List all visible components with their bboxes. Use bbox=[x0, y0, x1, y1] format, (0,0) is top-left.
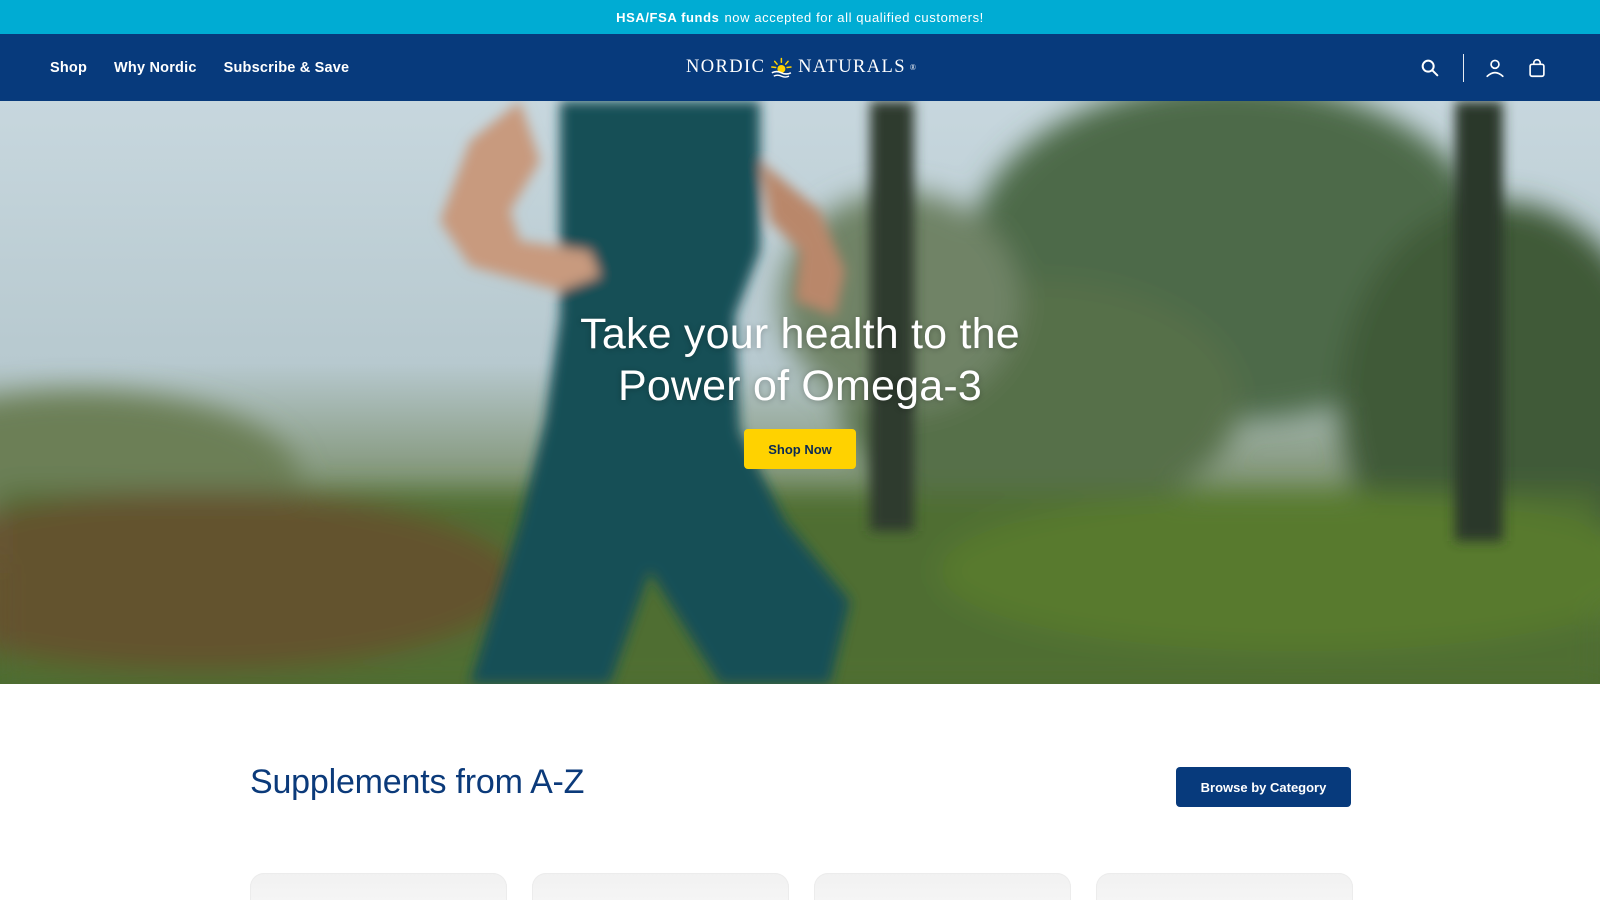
hero-title: Take your health to the Power of Omega-3 bbox=[580, 308, 1020, 412]
product-card[interactable] bbox=[814, 873, 1071, 900]
hero-title-line1: Take your health to the bbox=[580, 310, 1020, 358]
sun-icon bbox=[771, 57, 792, 78]
nav-subscribe-save[interactable]: Subscribe & Save bbox=[224, 60, 350, 76]
shop-now-button[interactable]: Shop Now bbox=[744, 429, 856, 469]
announcement-bar: HSA/FSA funds now accepted for all quali… bbox=[0, 0, 1600, 34]
announcement-text: now accepted for all qualified customers… bbox=[724, 9, 984, 25]
header-tools bbox=[1417, 34, 1550, 101]
search-icon[interactable] bbox=[1417, 55, 1443, 81]
section-title: Supplements from A-Z bbox=[250, 763, 585, 801]
brand-logo[interactable]: NORDIC NATURALS ® bbox=[686, 34, 916, 101]
announcement-bold: HSA/FSA funds bbox=[616, 9, 720, 25]
site-header: Shop Why Nordic Subscribe & Save NORDIC … bbox=[0, 34, 1600, 101]
product-cards bbox=[250, 873, 1353, 900]
logo-word-right: NATURALS bbox=[798, 57, 906, 77]
product-card[interactable] bbox=[532, 873, 789, 900]
hero-title-line2: Power of Omega-3 bbox=[617, 362, 983, 410]
main-nav: Shop Why Nordic Subscribe & Save bbox=[50, 34, 349, 101]
logo-registered-mark: ® bbox=[909, 63, 916, 72]
product-card[interactable] bbox=[1096, 873, 1353, 900]
nav-why-nordic[interactable]: Why Nordic bbox=[114, 60, 197, 76]
hero-banner: Take your health to the Power of Omega-3… bbox=[0, 101, 1600, 684]
browse-by-category-button[interactable]: Browse by Category bbox=[1176, 767, 1351, 807]
nav-shop[interactable]: Shop bbox=[50, 60, 87, 76]
product-card[interactable] bbox=[250, 873, 507, 900]
logo-word-left: NORDIC bbox=[686, 57, 766, 77]
hero-content: Take your health to the Power of Omega-3… bbox=[0, 308, 1600, 469]
account-icon[interactable] bbox=[1482, 55, 1508, 81]
cart-icon[interactable] bbox=[1524, 55, 1550, 81]
header-divider bbox=[1463, 53, 1464, 82]
